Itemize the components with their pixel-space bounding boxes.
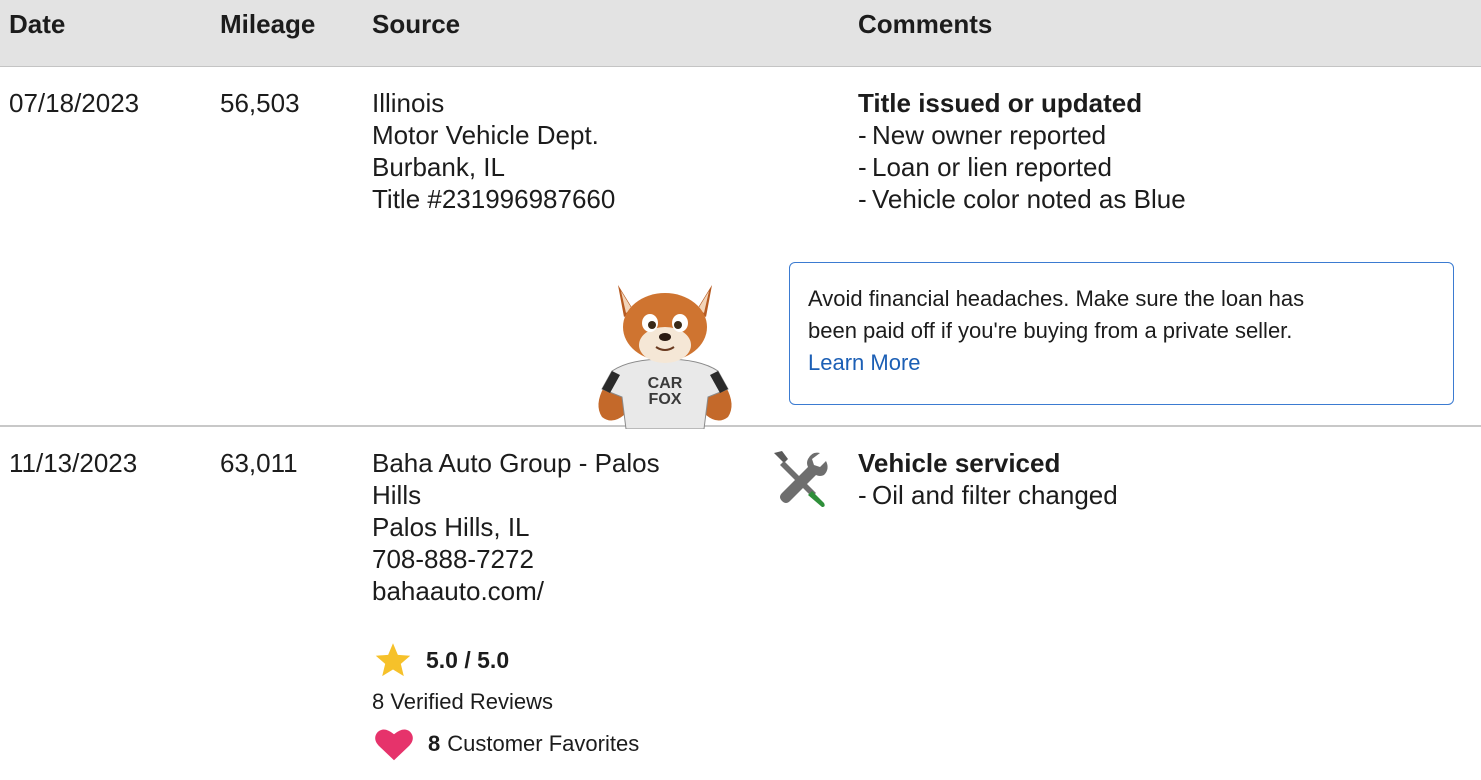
record-comments: Title issued or updated - New owner repor… bbox=[858, 87, 1186, 215]
comment-title: Vehicle serviced bbox=[858, 448, 1061, 478]
history-row: 11/13/2023 63,011 Baha Auto Group - Palo… bbox=[0, 427, 1481, 780]
learn-more-link[interactable]: Learn More bbox=[808, 347, 1435, 379]
source-line: Illinois bbox=[372, 88, 445, 118]
record-date: 11/13/2023 bbox=[9, 448, 138, 478]
source-line: Burbank, IL bbox=[372, 152, 505, 182]
table-header: Date Mileage Source Comments bbox=[0, 0, 1481, 67]
record-source: Illinois Motor Vehicle Dept. Burbank, IL… bbox=[372, 87, 615, 215]
history-row: 07/18/2023 56,503 Illinois Motor Vehicle… bbox=[0, 67, 1481, 429]
source-line: Palos Hills, IL bbox=[372, 512, 530, 542]
tip-text: been paid off if you're buying from a pr… bbox=[808, 318, 1293, 343]
comment-item: - New owner reported bbox=[858, 120, 1107, 150]
comment-item: - Vehicle color noted as Blue bbox=[858, 184, 1186, 214]
column-header-comments: Comments bbox=[858, 9, 993, 39]
mascot-shirt-text: CAR bbox=[648, 375, 683, 392]
rating-value: 5.0 / 5.0 bbox=[426, 647, 510, 673]
star-icon bbox=[375, 643, 411, 677]
customer-favorites: 8 Customer Favorites bbox=[374, 727, 639, 761]
source-line: Motor Vehicle Dept. bbox=[372, 120, 599, 150]
loan-tip-box: Avoid financial headaches. Make sure the… bbox=[789, 262, 1454, 405]
source-website-link[interactable]: bahaauto.com/ bbox=[372, 575, 660, 607]
comment-item: - Loan or lien reported bbox=[858, 152, 1112, 182]
column-header-mileage: Mileage bbox=[220, 9, 316, 39]
record-date: 07/18/2023 bbox=[9, 88, 140, 118]
source-line: 708-888-7272 bbox=[372, 544, 534, 574]
record-mileage: 56,503 bbox=[220, 88, 300, 118]
heart-icon bbox=[375, 729, 413, 761]
record-source: Baha Auto Group - Palos Hills Palos Hill… bbox=[372, 447, 660, 607]
favorites-label: Customer Favorites bbox=[447, 731, 640, 756]
record-comments: Vehicle serviced - Oil and filter changed bbox=[858, 447, 1118, 511]
tools-icon bbox=[774, 451, 828, 507]
column-header-source: Source bbox=[372, 9, 461, 39]
carfox-mascot-icon: CAR FOX bbox=[598, 285, 732, 429]
verified-reviews-link[interactable]: 8 Verified Reviews bbox=[372, 688, 553, 716]
dealer-rating: 5.0 / 5.0 bbox=[374, 642, 509, 678]
source-line: Baha Auto Group - Palos bbox=[372, 448, 660, 478]
source-line: Hills bbox=[372, 480, 422, 510]
comment-item: - Oil and filter changed bbox=[858, 480, 1118, 510]
source-line: Title #231996987660 bbox=[372, 184, 616, 214]
mascot-shirt-text: FOX bbox=[649, 391, 682, 408]
tip-text: Avoid financial headaches. Make sure the… bbox=[808, 286, 1305, 311]
record-mileage: 63,011 bbox=[220, 448, 298, 478]
favorites-count: 8 bbox=[428, 731, 441, 756]
comment-title: Title issued or updated bbox=[858, 88, 1143, 118]
column-header-date: Date bbox=[9, 9, 66, 39]
